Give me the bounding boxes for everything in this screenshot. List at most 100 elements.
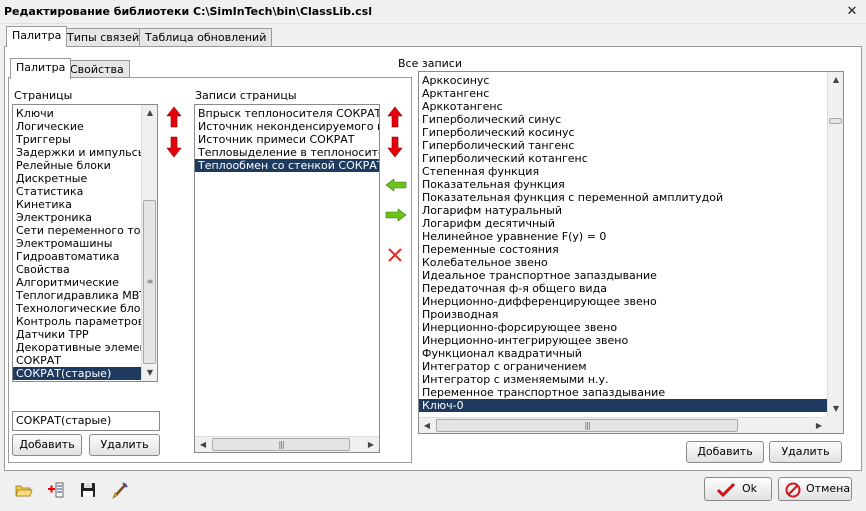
record-item[interactable]: Арктангенс [419,87,827,100]
scroll-thumb[interactable]: ||| [212,438,350,451]
all-records-vscrollbar[interactable]: ▲ ▼ [827,72,843,417]
page-item[interactable]: СОКРАТ [13,354,143,367]
scroll-down-icon[interactable]: ▼ [142,365,157,381]
record-item[interactable]: Инерционно-интегрирующее звено [419,334,827,347]
record-item[interactable]: Гиперболический тангенс [419,139,827,152]
page-item[interactable]: Гидроавтоматика [13,250,143,263]
record-item[interactable]: Производная [419,308,827,321]
move-page-down-icon[interactable] [166,136,182,158]
all-records-hscrollbar[interactable]: ◀ ||| ▶ [419,417,827,433]
page-item[interactable]: Контроль параметров ТР [13,315,143,328]
move-record-down-icon[interactable] [387,136,403,158]
page-item[interactable]: Теплогидравлика МВТУ [13,289,143,302]
record-item[interactable]: Переменные состояния [419,243,827,256]
page-name-input[interactable]: СОКРАТ(старые) [12,411,160,431]
scroll-thumb[interactable]: ||| [436,419,738,432]
record-item[interactable]: Интегратор с изменяемыми н.у. [419,373,827,386]
ok-label: Ok [742,482,758,495]
add-record-icon[interactable] [46,480,66,500]
record-item[interactable]: Колебательное звено [419,256,827,269]
page-record-item[interactable]: Впрыск теплоносителя СОКРАТ [195,107,379,120]
page-item[interactable]: Электромашины [13,237,143,250]
page-item[interactable]: Свойства [13,263,143,276]
page-item[interactable]: Алгоритмические [13,276,143,289]
page-item[interactable]: Электроника [13,211,143,224]
record-item[interactable]: Показательная функция [419,178,827,191]
add-page-button[interactable]: Добавить [12,434,82,456]
page-records-list[interactable]: Впрыск теплоносителя СОКРАТ Источник неко… [194,104,380,453]
page-item[interactable]: Дискретные [13,172,143,185]
page-item[interactable]: Задержки и импульсы [13,146,143,159]
records-hscrollbar[interactable]: ◀ ||| ▶ [195,436,379,452]
record-item[interactable]: Логарифм десятичный [419,217,827,230]
record-item[interactable]: Функционал квадратичный [419,347,827,360]
tab-palette[interactable]: Палитра [6,26,68,47]
scroll-up-icon[interactable]: ▲ [142,105,157,121]
delete-page-button[interactable]: Удалить [89,434,160,456]
close-button[interactable]: ✕ [844,4,860,19]
tab-link-types[interactable]: Типы связей [61,28,146,47]
scroll-thumb[interactable]: ≡ [143,200,156,364]
page-record-item[interactable]: Источник неконденсируемого газа [195,120,379,133]
cancel-button[interactable]: Отмена [778,477,852,501]
pages-vscrollbar[interactable]: ▲ ≡ ▼ [141,105,157,381]
page-item[interactable]: Декоративные элементы [13,341,143,354]
tab-update-table[interactable]: Таблица обновлений [139,28,273,47]
record-item[interactable]: Ключ-0 [419,399,827,412]
page-record-item[interactable]: Источник примеси СОКРАТ [195,133,379,146]
page-record-item[interactable]: Теплообмен со стенкой СОКРАТ [195,159,379,172]
delete-record-icon[interactable] [387,247,403,263]
page-item[interactable]: Кинетика [13,198,143,211]
record-item[interactable]: Логарифм натуральный [419,204,827,217]
page-item[interactable]: Сети переменного тока [13,224,143,237]
pages-label: Страницы [14,89,73,102]
scroll-left-icon[interactable]: ◀ [419,418,435,433]
scroll-down-icon[interactable]: ▼ [828,401,843,417]
add-record-button[interactable]: Добавить [686,441,764,463]
page-item[interactable]: Ключи [13,107,143,120]
page-item[interactable]: Статистика [13,185,143,198]
move-page-up-icon[interactable] [166,106,182,128]
ok-button[interactable]: Ok [704,477,772,501]
record-item[interactable]: Гиперболический косинус [419,126,827,139]
page-item[interactable]: Релейные блоки [13,159,143,172]
record-item[interactable]: Гиперболический котангенс [419,152,827,165]
inner-tab-palette[interactable]: Палитра [10,58,72,79]
page-item[interactable]: Датчики ТРР [13,328,143,341]
page-record-item[interactable]: Тепловыделение в теплоноситель СОКРАТ [195,146,379,159]
record-item[interactable]: Степенная функция [419,165,827,178]
delete-record-button[interactable]: Удалить [769,441,842,463]
record-item[interactable]: Идеальное транспортное запаздывание [419,269,827,282]
page-item[interactable]: СОКРАТ(старые) [13,367,143,380]
pages-list[interactable]: Ключи Логические Триггеры Задержки и импуль… [12,104,158,382]
cancel-label: Отмена [806,482,851,495]
record-item[interactable]: Показательная функция с переменной ампли… [419,191,827,204]
record-item[interactable]: Переменное транспортное запаздывание [419,386,827,399]
move-right-icon[interactable] [385,208,407,222]
scroll-right-icon[interactable]: ▶ [811,418,827,433]
record-item[interactable]: Инерционно-форсирующее звено [419,321,827,334]
move-left-icon[interactable] [385,178,407,192]
page-item[interactable]: Логические [13,120,143,133]
scroll-right-icon[interactable]: ▶ [363,437,379,452]
edit-brush-icon[interactable] [110,480,130,500]
record-item[interactable]: Передаточная ф-я общего вида [419,282,827,295]
record-item[interactable]: Нелинейное уравнение F(y) = 0 [419,230,827,243]
scroll-thumb[interactable] [829,118,842,124]
record-item[interactable]: Арккосинус [419,74,827,87]
all-records-label: Все записи [398,57,462,70]
page-item[interactable]: Триггеры [13,133,143,146]
cancel-icon [785,482,801,498]
record-item[interactable]: Инерционно-дифференцирующее звено [419,295,827,308]
all-records-list[interactable]: Арккосинус Арктангенс Арккотангенс Гипербол… [418,71,844,434]
scroll-up-icon[interactable]: ▲ [828,72,843,88]
page-item[interactable]: Технологические блоки [13,302,143,315]
save-icon[interactable] [78,480,98,500]
window-title: Редактирование библиотеки C:\SimInTech\b… [4,5,372,18]
record-item[interactable]: Интегратор с ограничением [419,360,827,373]
move-record-up-icon[interactable] [387,106,403,128]
scroll-left-icon[interactable]: ◀ [195,437,211,452]
open-folder-icon[interactable] [14,480,34,500]
record-item[interactable]: Арккотангенс [419,100,827,113]
record-item[interactable]: Гиперболический синус [419,113,827,126]
